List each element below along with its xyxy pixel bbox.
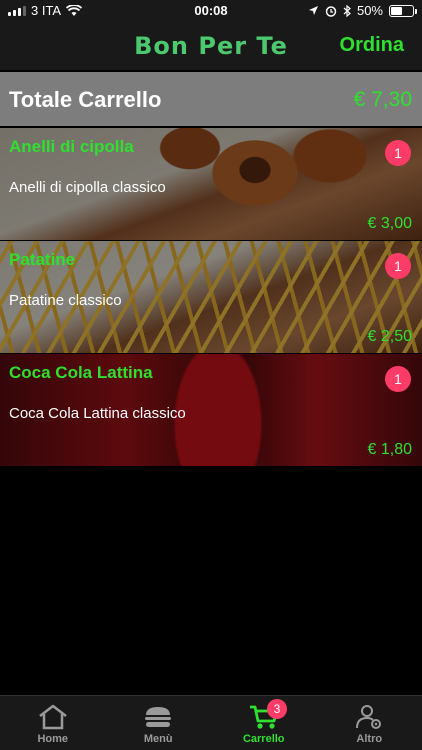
status-bar: 3 ITA 00:08 50% [0,0,422,22]
tab-home[interactable]: Home [0,696,106,750]
item-name: Patatine [9,250,76,269]
cart-item-onion-rings[interactable]: Anelli di cipolla Anelli di cipolla clas… [0,128,422,240]
item-price: € 2,50 [367,328,412,345]
cart-item-fries[interactable]: Patatine Patatine classico 1 € 2,50 [0,241,422,353]
cart-count-badge: 3 [266,699,287,719]
battery-fill [391,6,402,15]
status-right: 50% [308,3,417,18]
tab-bar: Home Menù 3 Carrello Altro [0,695,422,750]
bluetooth-icon [343,4,351,17]
tab-menu[interactable]: Menù [106,696,212,750]
tab-label: Home [37,733,69,745]
battery-icon [389,4,417,17]
item-description: Coca Cola Lattina classico [9,405,186,422]
tab-cart[interactable]: 3 Carrello [211,696,317,750]
order-button[interactable]: Ordina [340,34,404,57]
item-price: € 3,00 [367,215,412,232]
home-icon [38,704,67,730]
item-name: Anelli di cipolla [9,137,134,156]
tab-label: Carrello [242,733,285,745]
alarm-icon [325,5,337,17]
location-icon [308,6,318,15]
cart-total-label: Totale Carrello [9,87,162,112]
tab-label: Menù [143,733,173,745]
cart-total-bar: Totale Carrello € 7,30 [0,72,422,126]
cart-item-list: Anelli di cipolla Anelli di cipolla clas… [0,128,422,467]
item-description: Anelli di cipolla classico [9,179,166,196]
battery-percent: 50% [356,3,383,18]
item-quantity-badge[interactable]: 1 [385,366,411,392]
user-settings-icon [356,705,382,729]
item-price: € 1,80 [367,441,412,458]
item-name: Coca Cola Lattina [9,363,153,382]
item-quantity-badge[interactable]: 1 [385,140,411,166]
cart-total-value: € 7,30 [353,88,412,111]
tab-more[interactable]: Altro [317,696,422,750]
burger-icon [145,707,172,727]
item-description: Patatine classico [9,292,122,309]
item-quantity-badge[interactable]: 1 [385,253,411,279]
cart-item-coca-cola[interactable]: Coca Cola Lattina Coca Cola Lattina clas… [0,354,422,466]
navigation-bar: Bon Per Te Ordina [0,22,422,70]
tab-label: Altro [356,733,383,745]
